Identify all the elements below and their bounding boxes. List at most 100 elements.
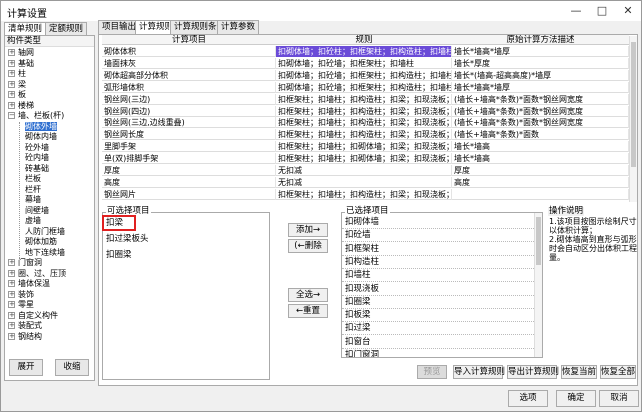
cell-rule[interactable]: 扣框架柱；扣墙柱；扣砌体墙；扣梁；扣现浇板；扣...	[276, 153, 452, 165]
selected-item[interactable]: 扣板梁	[345, 309, 371, 321]
remove-button[interactable]: (←删除	[288, 239, 328, 253]
cell-rule[interactable]: 扣框架柱；扣墙柱；扣构造柱；扣梁；扣现浇板；扣门...	[276, 188, 452, 200]
tab-calc-params[interactable]: 计算参数	[217, 20, 260, 35]
available-item[interactable]: 扣圈梁	[106, 248, 132, 262]
cell-rule[interactable]: 扣砌体墙；扣砼墙；扣框架柱；扣墙柱	[276, 57, 452, 69]
selected-item[interactable]: 扣砌体墙	[345, 216, 379, 228]
table-row[interactable]: 弧形墙体积扣砌体墙；扣砼墙；扣框架柱；扣构造柱；扣墙柱；扣...墙长*墙高*墙厚	[102, 81, 629, 93]
minimize-button[interactable]: —	[563, 3, 589, 19]
expand-node-icon[interactable]: +	[8, 259, 15, 266]
restore-current-button[interactable]: 恢复当前	[561, 365, 597, 379]
tree-item[interactable]: 楼梯	[18, 101, 34, 110]
close-button[interactable]: ✕	[615, 3, 641, 19]
selected-item[interactable]: 扣过梁	[345, 322, 371, 334]
tree-item[interactable]: 门窗洞	[18, 258, 42, 267]
selected-item[interactable]: 扣窗台	[345, 336, 371, 348]
cell-rule[interactable]: 扣砌体墙；扣砼墙；扣框架柱；扣构造柱；扣墙柱；扣...	[276, 69, 452, 81]
add-all-button[interactable]: 全选→	[288, 288, 328, 302]
tree-item[interactable]: 零星	[18, 300, 34, 309]
cell-rule[interactable]: 扣框架柱；扣墙柱；扣构造柱；扣梁；扣现浇板；扣门...	[276, 117, 452, 129]
tree-item[interactable]: 装配式	[18, 321, 42, 330]
options-button[interactable]: 选项	[508, 390, 548, 407]
tab-quota-rules[interactable]: 定额规则	[45, 22, 88, 36]
table-row[interactable]: 钢丝网长度扣框架柱；扣墙柱；扣构造柱；扣梁；扣现浇板；扣门...(墙长+墙高*条…	[102, 129, 629, 141]
add-button[interactable]: 添加→	[288, 223, 328, 237]
expand-node-icon[interactable]: +	[8, 332, 15, 340]
reset-button[interactable]: ←重置	[288, 304, 328, 318]
tree-item[interactable]: 幕墙	[25, 195, 41, 204]
selected-item[interactable]: 扣构造柱	[345, 256, 379, 268]
tree-item[interactable]: 栏杆	[25, 185, 41, 194]
tree-item[interactable]: 砼外墙	[25, 143, 49, 152]
table-row[interactable]: 单(双)排脚手架 扣框架柱；扣墙柱；扣砌体墙；扣梁；扣现浇板；扣... 墙长*墙高	[102, 153, 629, 165]
maximize-button[interactable]: □	[589, 3, 615, 19]
expand-node-icon[interactable]: +	[8, 301, 15, 308]
tree-item[interactable]: 人防门框墙	[25, 227, 65, 236]
table-row[interactable]: 砌体超高部分体积扣砌体墙；扣砼墙；扣框架柱；扣构造柱；扣墙柱；扣...墙长*(墙…	[102, 69, 629, 81]
tree-item[interactable]: 圈、过、压顶	[18, 269, 66, 278]
table-row[interactable]: 钢丝网(三边)扣框架柱；扣墙柱；扣构造柱；扣梁；扣现浇板；扣门...(墙长+墙高…	[102, 93, 629, 105]
tree-item[interactable]: 墙体保温	[18, 279, 50, 288]
table-row[interactable]: 墙面抹灰 扣砌体墙；扣砼墙；扣框架柱；扣墙柱 墙长*厚度	[102, 57, 629, 69]
table-scroll-thumb[interactable]	[631, 42, 636, 167]
expand-node-icon[interactable]: +	[8, 269, 15, 277]
expand-node-icon[interactable]: +	[8, 49, 15, 56]
tab-list-rules[interactable]: 清单规则	[4, 22, 47, 36]
tree-item[interactable]: 钢结构	[18, 332, 42, 341]
expand-node-icon[interactable]: +	[8, 80, 15, 88]
tree-item[interactable]: 砼内墙	[25, 153, 49, 162]
tree-item[interactable]: 基础	[18, 59, 34, 68]
tree-item[interactable]: 柱	[18, 69, 26, 78]
selected-scrollbar[interactable]	[534, 213, 542, 357]
cell-rule[interactable]: 无扣减	[276, 165, 452, 176]
tree-item[interactable]: 砌体内墙	[25, 132, 57, 141]
tree-item[interactable]: 砌体外墙	[25, 121, 57, 131]
selected-scroll-thumb[interactable]	[536, 217, 541, 265]
selected-item[interactable]: 扣砼墙	[345, 229, 371, 241]
restore-all-button[interactable]: 恢复全部	[600, 365, 636, 379]
selected-item[interactable]: 扣现浇板	[345, 283, 379, 295]
table-row[interactable]: 厚度 无扣减 厚度	[102, 165, 629, 176]
tree-item[interactable]: 板	[18, 90, 26, 99]
preview-button[interactable]: 预览	[417, 365, 447, 379]
table-row[interactable]: 钢丝网片扣框架柱；扣墙柱；扣构造柱；扣梁；扣现浇板；扣门...	[102, 188, 629, 200]
cell-rule[interactable]: 扣框架柱；扣墙柱；扣构造柱；扣梁；扣现浇板；扣门...	[276, 105, 452, 117]
tree-item[interactable]: 虚墙	[25, 216, 41, 225]
tree-item[interactable]: 装饰	[18, 290, 34, 299]
tree-item[interactable]: 栏板	[25, 174, 41, 183]
cell-rule[interactable]: 扣砌体墙；扣砼墙；扣框架柱；扣构造柱；扣墙柱；扣...	[276, 81, 452, 93]
expand-node-icon[interactable]: +	[8, 101, 15, 109]
expand-node-icon[interactable]: +	[8, 59, 15, 67]
available-item[interactable]: 扣过梁板头	[106, 232, 149, 246]
table-row[interactable]: 里脚手架 扣框架柱；扣墙柱；扣砌体墙；扣梁；扣现浇板；扣... 墙长*墙高	[102, 141, 629, 153]
cell-rule[interactable]: 扣框架柱；扣墙柱；扣砌体墙；扣梁；扣现浇板；扣...	[276, 141, 452, 153]
cancel-button[interactable]: 取消	[599, 390, 639, 407]
table-row[interactable]: 钢丝网(三边,边线重叠)扣框架柱；扣墙柱；扣构造柱；扣梁；扣现浇板；扣门...(…	[102, 117, 629, 129]
cell-rule[interactable]: 无扣减	[276, 176, 452, 188]
tree-item[interactable]: 自定义构件	[18, 311, 58, 320]
table-row[interactable]: 砌体体积扣砌体墙；扣砼柱；扣框架柱；扣构造柱；扣墙柱；扣...墙长*墙高*墙厚	[102, 46, 629, 57]
import-rules-button[interactable]: 导入计算规则	[453, 365, 505, 379]
collapse-node-icon[interactable]: −	[8, 112, 15, 119]
tree-item[interactable]: 间壁墙	[25, 206, 49, 215]
tree-item[interactable]: 轴网	[18, 48, 34, 57]
tree-item[interactable]: 地下连续墙	[25, 248, 65, 257]
ok-button[interactable]: 确定	[556, 390, 596, 407]
tree-item[interactable]: 墙、栏板(杆)	[18, 111, 64, 120]
expand-node-icon[interactable]: +	[8, 290, 15, 298]
expand-node-icon[interactable]: +	[8, 280, 15, 287]
selected-item[interactable]: 扣框架柱	[345, 243, 379, 255]
cell-rule[interactable]: 扣框架柱；扣墙柱；扣构造柱；扣梁；扣现浇板；扣门...	[276, 129, 452, 141]
table-scrollbar[interactable]	[629, 36, 637, 202]
tree-item[interactable]: 梁	[18, 80, 26, 89]
cell-rule[interactable]: 扣框架柱；扣墙柱；扣构造柱；扣梁；扣现浇板；扣门...	[276, 93, 452, 105]
tab-item-output[interactable]: 项目输出	[98, 20, 141, 35]
table-row[interactable]: 高度 无扣减 高度	[102, 176, 629, 188]
export-rules-button[interactable]: 导出计算规则	[507, 365, 559, 379]
selected-item[interactable]: 扣墙柱	[345, 269, 371, 281]
selected-item[interactable]: 扣门窗洞	[345, 349, 379, 357]
cell-rule[interactable]: 扣砌体墙；扣砼柱；扣框架柱；扣构造柱；扣墙柱；扣...	[276, 46, 452, 57]
collapse-button[interactable]: 收缩	[55, 359, 89, 376]
tree-item[interactable]: 砖基础	[25, 164, 49, 173]
expand-node-icon[interactable]: +	[8, 91, 15, 98]
